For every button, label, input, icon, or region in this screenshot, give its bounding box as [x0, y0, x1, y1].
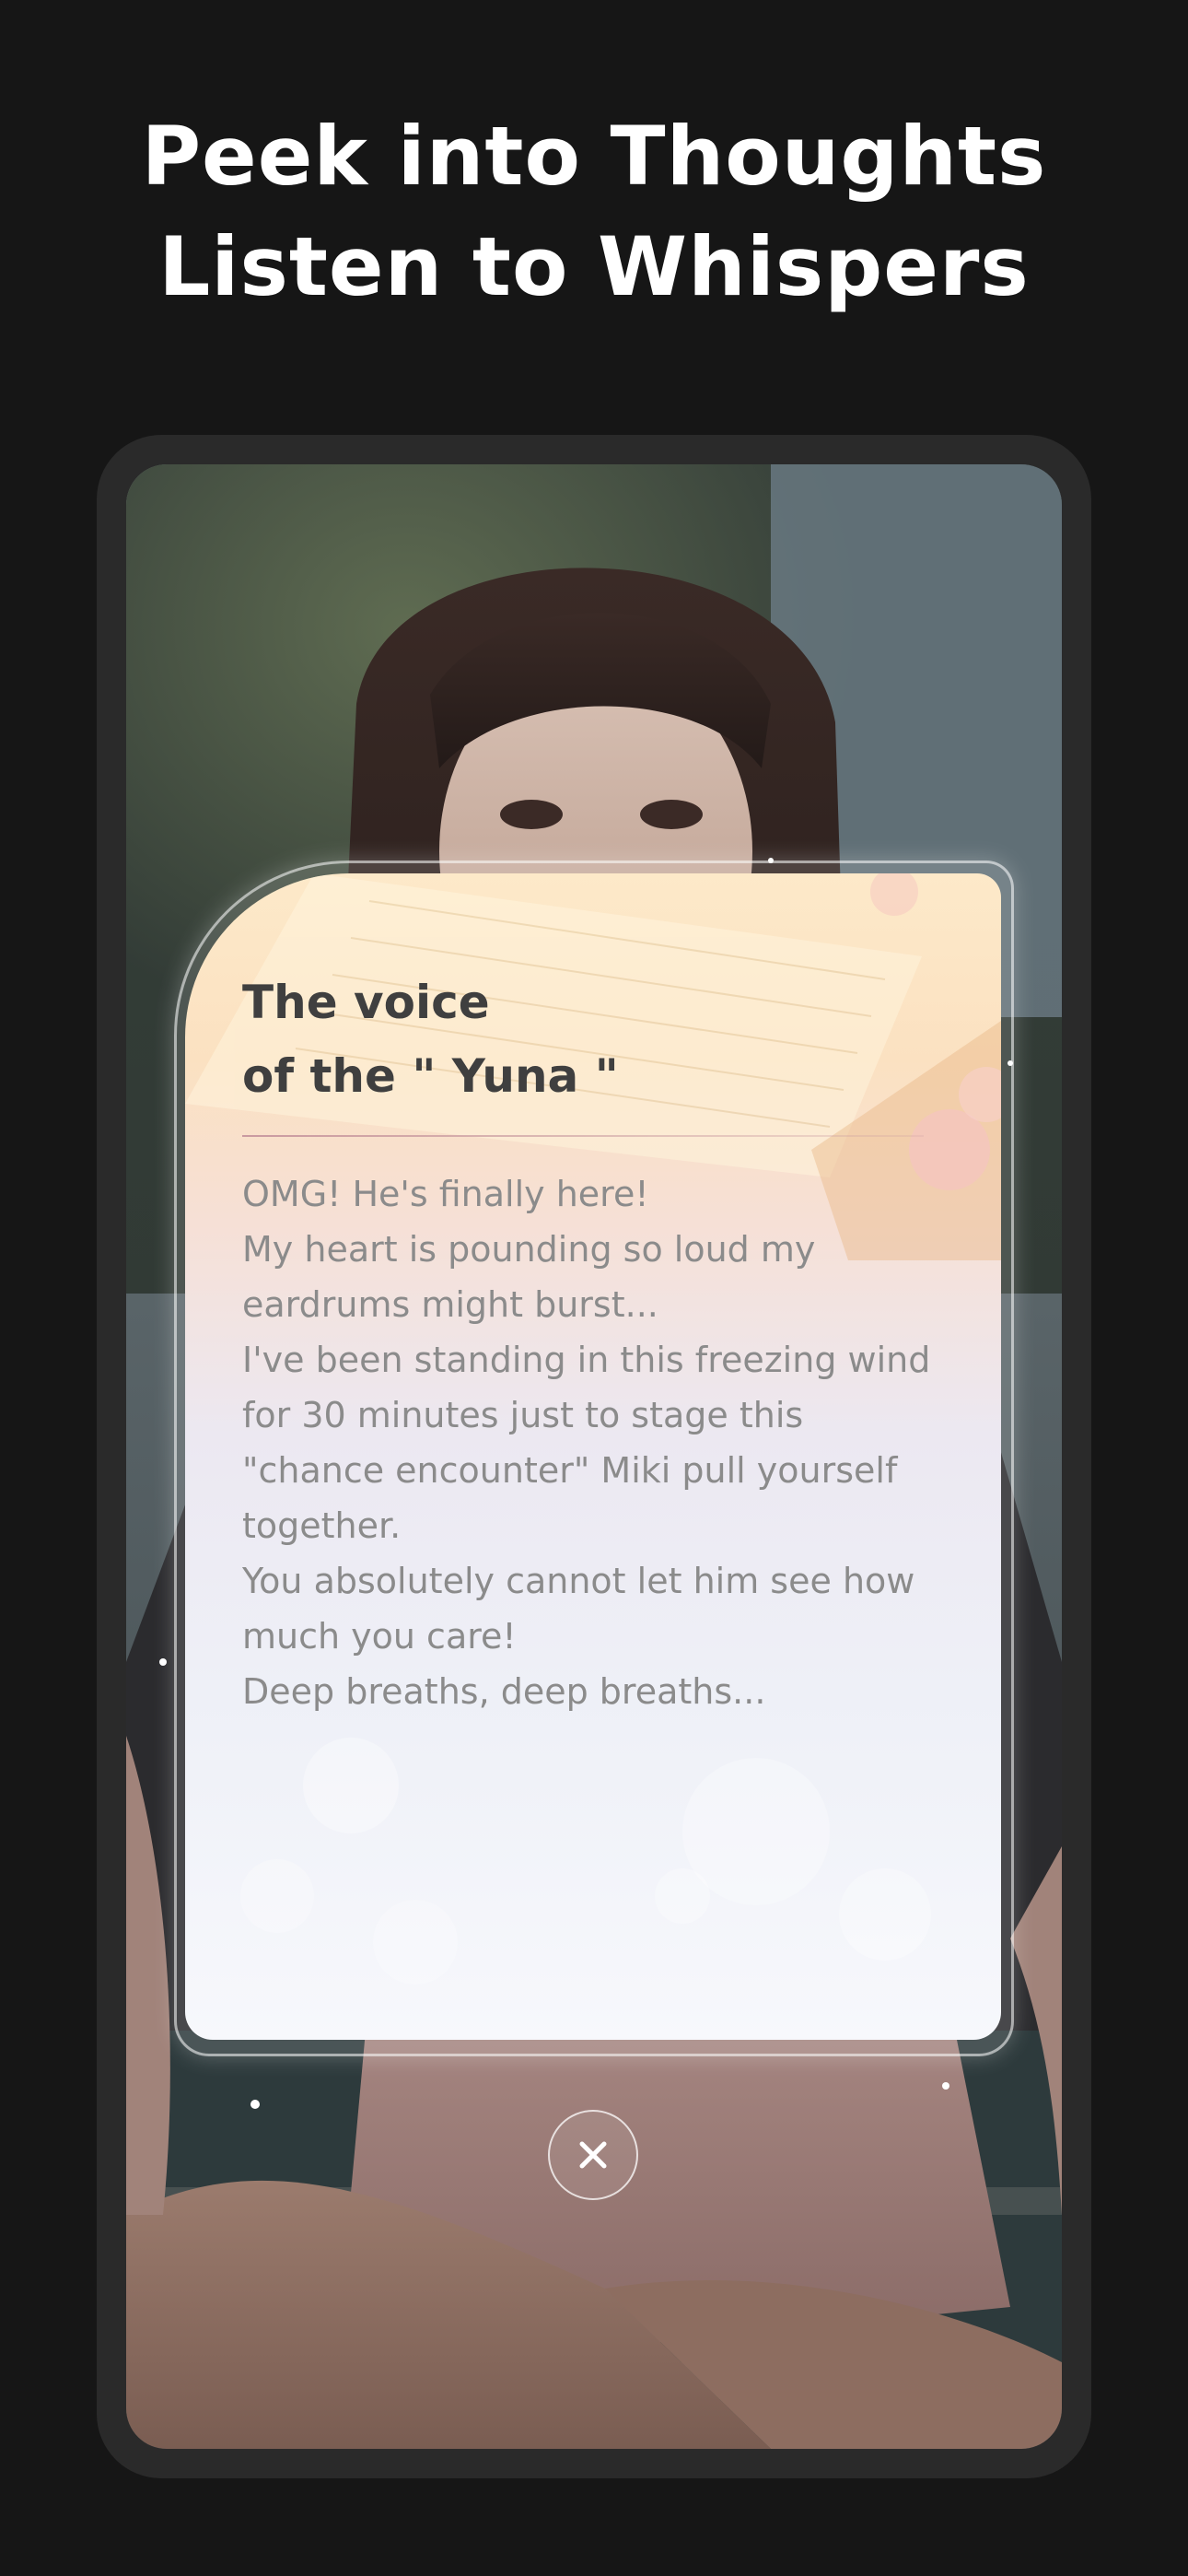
thought-line: much you care!: [242, 1616, 517, 1657]
thought-line: You absolutely cannot let him see how: [242, 1561, 915, 1601]
inner-thought-text: OMG! He's finally here! My heart is poun…: [242, 1166, 970, 1719]
thought-line: OMG! He's finally here!: [242, 1174, 649, 1214]
close-icon: [579, 2141, 607, 2169]
card-title-line-1: The voice: [242, 976, 490, 1029]
thought-line: "chance encounter" Miki pull yourself: [242, 1450, 898, 1491]
thought-line: eardrums might burst...: [242, 1284, 658, 1325]
phone-frame: The voice of the " Yuna " OMG! He's fina…: [97, 435, 1091, 2478]
thought-line: for 30 minutes just to stage this: [242, 1395, 804, 1435]
card-divider: [242, 1135, 924, 1137]
thought-line: My heart is pounding so loud my: [242, 1229, 816, 1270]
thought-line: I've been standing in this freezing wind: [242, 1340, 931, 1380]
thought-line: together.: [242, 1505, 402, 1546]
thought-line: Deep breaths, deep breaths...: [242, 1671, 766, 1712]
promo-headline: Peek into Thoughts Listen to Whispers: [0, 101, 1188, 322]
phone-screen: The voice of the " Yuna " OMG! He's fina…: [126, 464, 1062, 2449]
thought-card: The voice of the " Yuna " OMG! He's fina…: [185, 873, 1001, 2040]
card-title-line-2: of the " Yuna ": [242, 1049, 619, 1103]
headline-line-2: Listen to Whispers: [158, 219, 1030, 314]
close-button[interactable]: [548, 2110, 638, 2200]
card-title: The voice of the " Yuna ": [242, 966, 619, 1113]
headline-line-1: Peek into Thoughts: [141, 109, 1047, 204]
